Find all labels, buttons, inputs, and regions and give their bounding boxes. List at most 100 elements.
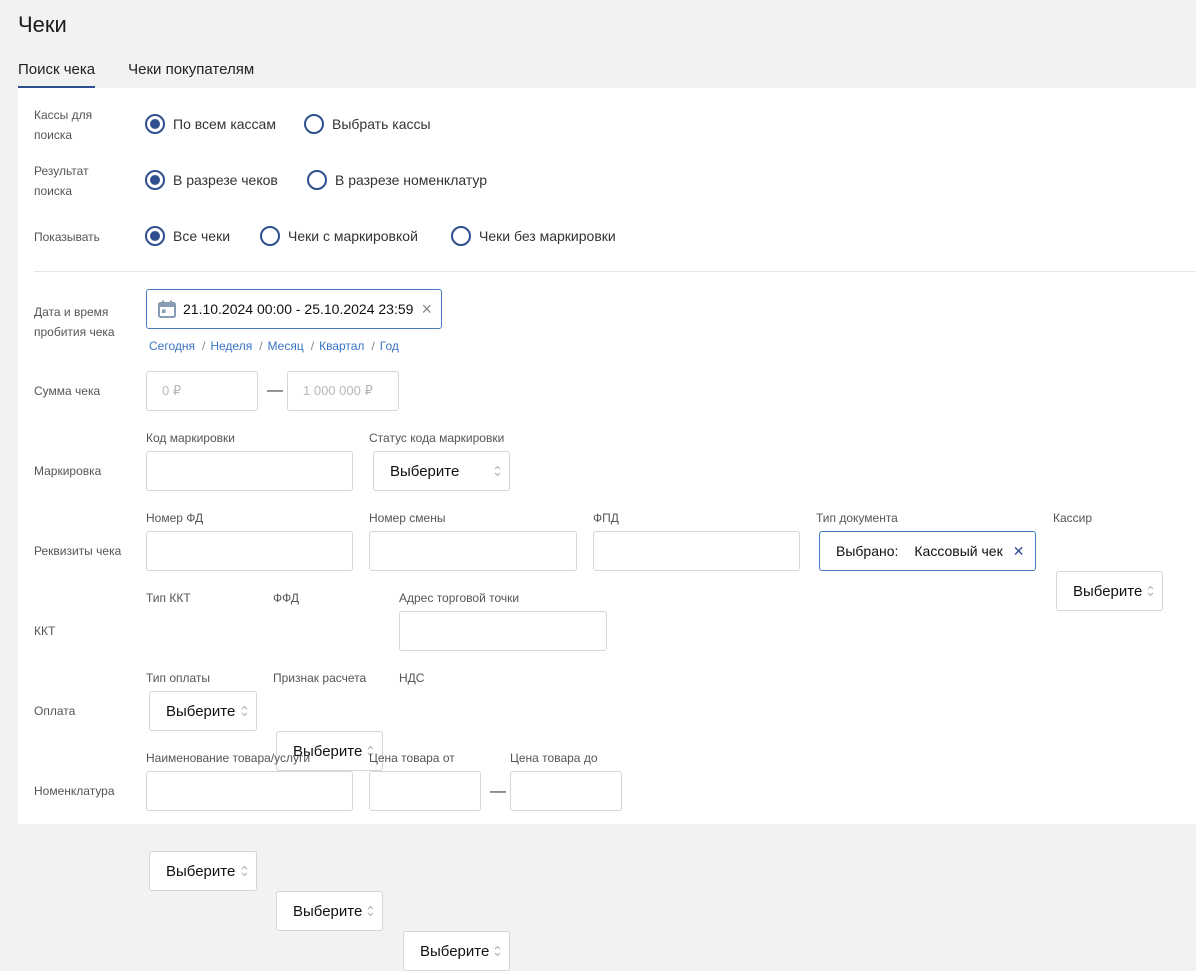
cashier-select[interactable]: Выберите xyxy=(1056,571,1163,611)
kkt-type-label: Тип ККТ xyxy=(146,591,191,605)
marking-status-select[interactable]: Выберите xyxy=(373,451,510,491)
registers-label: Кассы для поиска xyxy=(34,108,93,142)
radio-unchecked-icon xyxy=(451,226,471,246)
quick-today[interactable]: Сегодня xyxy=(149,339,195,353)
payment-label: Оплата xyxy=(34,704,76,718)
sort-arrows-icon xyxy=(241,705,248,717)
range-dash: — xyxy=(490,783,506,800)
requisites-label: Реквизиты чека xyxy=(34,544,122,558)
price-to-label: Цена товара до xyxy=(510,751,598,765)
sort-arrows-icon xyxy=(241,865,248,877)
quick-separator: / xyxy=(202,339,206,353)
calc-sign-select[interactable]: Выберите xyxy=(276,891,383,931)
radio-checked-icon xyxy=(145,114,165,134)
payment-type-label: Тип оплаты xyxy=(146,671,211,685)
doc-type-select[interactable]: Выбрано: Кассовый чек ✕ xyxy=(819,531,1036,571)
radio-label: В разрезе чеков xyxy=(173,172,278,188)
radio-by-nomenclature[interactable]: В разрезе номенклатур xyxy=(307,170,487,190)
sum-label: Сумма чека xyxy=(34,384,101,398)
quick-ranges: Сегодня / Неделя / Месяц / Квартал / Год xyxy=(149,339,399,353)
clear-date-icon[interactable]: × xyxy=(421,299,432,320)
date-range-value: 21.10.2024 00:00 - 25.10.2024 23:59 xyxy=(183,301,414,317)
shift-number-label: Номер смены xyxy=(369,511,446,525)
marking-label: Маркировка xyxy=(34,464,102,478)
nomenclature-label: Номенклатура xyxy=(34,784,115,798)
vat-label: НДС xyxy=(399,671,425,685)
radio-label: Чеки без маркировки xyxy=(479,228,616,244)
radio-all-registers[interactable]: По всем кассам xyxy=(145,114,276,134)
page-title: Чеки xyxy=(18,12,67,37)
fd-number-label: Номер ФД xyxy=(146,511,204,525)
radio-label: В разрезе номенклатур xyxy=(335,172,488,188)
quick-separator: / xyxy=(371,339,375,353)
cashier-label: Кассир xyxy=(1053,511,1093,525)
radio-unchecked-icon xyxy=(304,114,324,134)
select-value: Выберите xyxy=(1073,582,1143,600)
select-value: Выберите xyxy=(166,702,236,720)
radio-label: Чеки с маркировкой xyxy=(288,228,418,244)
quick-month[interactable]: Месяц xyxy=(268,339,304,353)
payment-type-select[interactable]: Выберите xyxy=(149,851,257,891)
fpd-label: ФПД xyxy=(593,511,619,525)
price-from-label: Цена товара от xyxy=(369,751,455,765)
clear-doc-type-icon[interactable]: ✕ xyxy=(1013,543,1025,560)
select-value: Выберите xyxy=(293,902,363,920)
select-value: Выберите xyxy=(390,462,460,480)
result-label: Результат поиска xyxy=(34,164,89,198)
select-value: Выберите xyxy=(420,942,490,960)
sum-from-placeholder: 0 ₽ xyxy=(162,383,182,398)
sum-from-input[interactable]: 0 ₽ xyxy=(146,371,258,411)
doc-type-value: Кассовый чек xyxy=(914,543,1003,559)
radio-checked-icon xyxy=(145,226,165,246)
fd-number-input[interactable] xyxy=(146,531,353,571)
kkt-type-select[interactable]: Выберите xyxy=(149,691,257,731)
quick-separator: / xyxy=(310,339,315,353)
sum-to-placeholder: 1 000 000 ₽ xyxy=(303,383,373,398)
radio-choose-registers[interactable]: Выбрать кассы xyxy=(304,114,431,134)
sort-arrows-icon xyxy=(1147,585,1154,597)
radio-all-receipts[interactable]: Все чеки xyxy=(145,226,230,246)
sort-arrows-icon xyxy=(367,905,374,917)
radio-unchecked-icon xyxy=(260,226,280,246)
show-label: Показывать xyxy=(34,230,100,244)
search-form: Кассы для поиска По всем кассам Выбрать … xyxy=(18,88,1196,971)
radio-label: Выбрать кассы xyxy=(332,116,431,132)
select-value: Выберите xyxy=(166,862,236,880)
range-dash: — xyxy=(267,382,283,399)
sort-arrows-icon xyxy=(494,945,501,957)
store-address-label: Адрес торговой точки xyxy=(399,591,520,605)
marking-code-input[interactable] xyxy=(146,451,353,491)
marking-status-label: Статус кода маркировки xyxy=(369,431,505,445)
date-label: Дата и время пробития чека xyxy=(34,305,115,339)
quick-year[interactable]: Год xyxy=(380,339,399,353)
product-name-label: Наименование товара/услуги xyxy=(146,751,311,765)
vat-select[interactable]: Выберите xyxy=(403,931,510,971)
sort-arrows-icon xyxy=(494,465,501,477)
doc-type-prefix: Выбрано: xyxy=(836,543,899,559)
radio-with-marking[interactable]: Чеки с маркировкой xyxy=(260,226,418,246)
radio-unchecked-icon xyxy=(307,170,327,190)
radio-label: По всем кассам xyxy=(173,116,276,132)
radio-label: Все чеки xyxy=(173,228,231,244)
divider xyxy=(34,271,1196,272)
calc-sign-label: Признак расчета xyxy=(273,671,367,685)
tabs: Поиск чека Чеки покупателям xyxy=(18,60,287,88)
quick-quarter[interactable]: Квартал xyxy=(319,339,364,353)
radio-without-marking[interactable]: Чеки без маркировки xyxy=(451,226,616,246)
tab-receipt-search[interactable]: Поиск чека xyxy=(18,60,96,88)
product-name-input[interactable] xyxy=(146,771,353,811)
kkt-label: ККТ xyxy=(34,624,56,638)
store-address-input[interactable] xyxy=(399,611,607,651)
price-to-input[interactable] xyxy=(510,771,622,811)
shift-number-input[interactable] xyxy=(369,531,577,571)
date-range-input[interactable]: 21.10.2024 00:00 - 25.10.2024 23:59 × xyxy=(146,289,442,329)
doc-type-label: Тип документа xyxy=(816,511,898,525)
tab-customer-receipts[interactable]: Чеки покупателям xyxy=(128,60,254,88)
price-from-input[interactable] xyxy=(369,771,481,811)
radio-by-receipts[interactable]: В разрезе чеков xyxy=(145,170,278,190)
marking-code-label: Код маркировки xyxy=(146,431,235,445)
radio-checked-icon xyxy=(145,170,165,190)
fpd-input[interactable] xyxy=(593,531,800,571)
quick-week[interactable]: Неделя xyxy=(210,339,252,353)
sum-to-input[interactable]: 1 000 000 ₽ xyxy=(287,371,399,411)
